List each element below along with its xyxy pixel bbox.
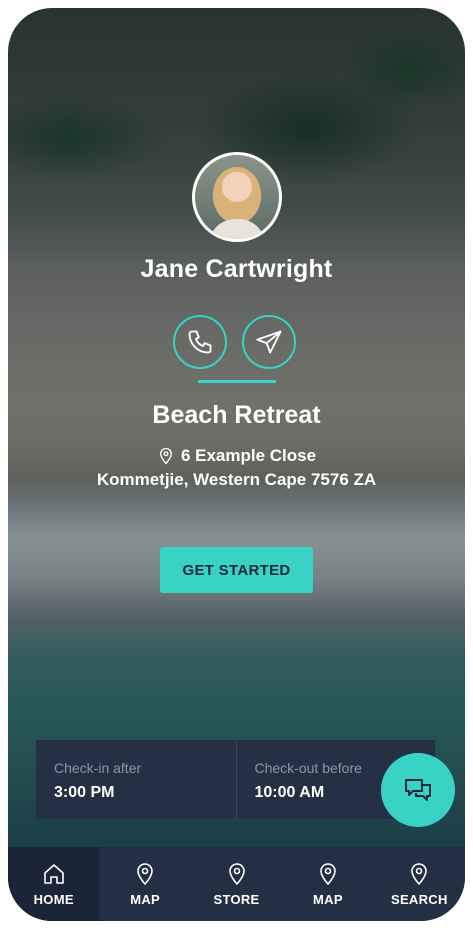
address-line-2: Kommetjie, Western Cape 7576 ZA [96,470,377,489]
checkin-label: Check-in after [54,760,142,776]
chat-icon [405,779,431,801]
map-pin-icon [137,862,153,885]
property-title: Beach Retreat [152,401,321,429]
home-icon [43,863,64,884]
nav-label: HOME [33,891,74,907]
nav-item-store[interactable]: STORE [191,847,282,921]
avatar[interactable] [192,152,282,242]
nav-label: MAP [130,891,160,907]
nav-item-map[interactable]: MAP [99,847,190,921]
chat-button[interactable] [381,753,455,827]
message-button[interactable] [242,315,296,369]
address-line-1-text: 6 Example Close [180,446,317,465]
call-button[interactable] [173,315,227,369]
checkin-column: Check-in after 3:00 PM [36,740,236,819]
map-pin-icon [160,447,172,465]
map-pin-icon [320,862,336,885]
send-icon [256,330,282,354]
address-line-1: 6 Example Close [8,446,465,466]
nav-item-home[interactable]: HOME [8,847,100,921]
nav-label: MAP [313,891,343,907]
nav-label: STORE [213,891,260,907]
accent-divider [198,380,276,383]
nav-item-search[interactable]: SEARCH [374,847,465,921]
phone-icon [188,330,212,354]
map-pin-icon [411,862,428,885]
nav-item-map-2[interactable]: MAP [282,847,373,921]
checkin-checkout-card: Check-in after 3:00 PM Check-out before … [36,740,435,819]
host-name: Jane Cartwright [140,255,333,283]
checkin-time: 3:00 PM [54,784,115,801]
avatar-shirt [209,219,265,239]
map-pin-icon [228,862,245,885]
phone-screen: Jane Cartwright Beach Retreat 6 Example … [8,8,465,921]
nav-label: SEARCH [390,891,448,907]
bottom-nav: HOME MAP STORE MAP SEARCH [8,847,465,921]
get-started-button[interactable]: GET STARTED [160,547,313,593]
